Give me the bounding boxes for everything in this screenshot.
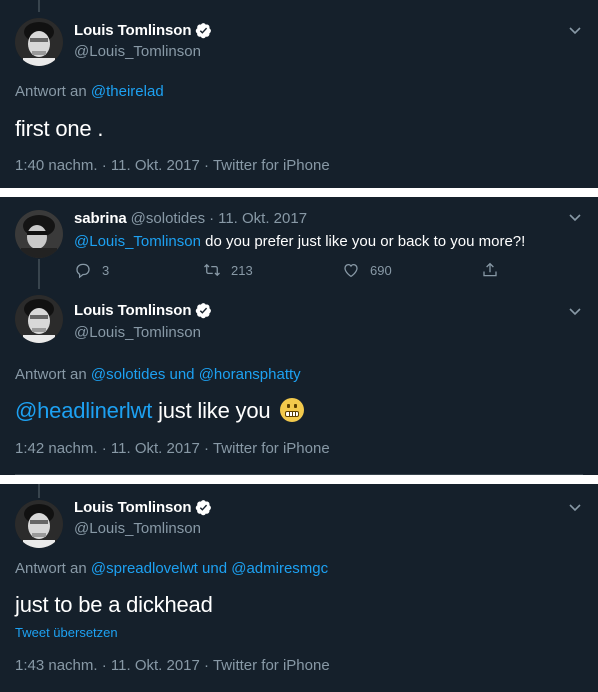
- reply-button[interactable]: 3: [74, 261, 109, 279]
- tweet-meta: 1:43 nachm. · 11. Okt. 2017 · Twitter fo…: [15, 657, 330, 674]
- author-name-row: Louis Tomlinson: [74, 302, 212, 319]
- chevron-down-icon[interactable]: [567, 499, 583, 515]
- share-icon: [483, 262, 497, 277]
- tweet-body: do you prefer just like you or back to y…: [205, 233, 526, 250]
- author-name-row: Louis Tomlinson: [74, 22, 212, 39]
- like-button[interactable]: 690: [342, 261, 392, 279]
- chevron-down-icon[interactable]: [567, 209, 583, 225]
- tweet-date[interactable]: 11. Okt. 2017: [111, 157, 200, 174]
- author-name[interactable]: Louis Tomlinson: [74, 499, 191, 516]
- like-count: 690: [370, 262, 392, 278]
- retweet-icon: [204, 263, 220, 277]
- tweet-time[interactable]: 1:40 nachm.: [15, 157, 98, 174]
- tweet-source[interactable]: Twitter for iPhone: [213, 657, 330, 674]
- heart-icon: [344, 263, 358, 278]
- grimacing-face-emoji: [280, 398, 305, 422]
- author-handle[interactable]: @solotides: [131, 210, 205, 227]
- tweet-source[interactable]: Twitter for iPhone: [213, 157, 330, 174]
- reply-to-prefix: Antwort an: [15, 366, 87, 383]
- retweet-count: 213: [231, 262, 253, 278]
- verified-badge-icon: [196, 500, 212, 516]
- chevron-down-icon[interactable]: [567, 22, 583, 38]
- reply-to-prefix: Antwort an: [15, 83, 87, 100]
- meta-separator: ·: [101, 440, 107, 457]
- verified-badge-icon: [196, 303, 212, 319]
- tweet-source[interactable]: Twitter for iPhone: [213, 440, 330, 457]
- retweet-button[interactable]: 213: [203, 261, 253, 279]
- tweet-time[interactable]: 1:43 nachm.: [15, 657, 98, 674]
- tweet-text: first one .: [15, 116, 104, 141]
- reply-to-prefix: Antwort an: [15, 560, 87, 577]
- author-name-row: Louis Tomlinson: [74, 499, 212, 516]
- tweet-panel-1: Louis Tomlinson @Louis_Tomlinson Antwort…: [0, 0, 598, 188]
- tweet-date[interactable]: 11. Okt. 2017: [111, 440, 200, 457]
- meta-separator: ·: [101, 157, 107, 174]
- tweet-mention[interactable]: @headlinerlwt: [15, 398, 152, 423]
- author-handle[interactable]: @Louis_Tomlinson: [74, 520, 201, 537]
- divider: [15, 474, 583, 475]
- tweet-panel-2: sabrina @solotides · 11. Okt. 2017 @Loui…: [0, 197, 598, 475]
- tweet-mention[interactable]: @Louis_Tomlinson: [74, 233, 201, 250]
- meta-separator: ·: [204, 157, 210, 174]
- tweet-text: @Louis_Tomlinson do you prefer just like…: [74, 233, 525, 250]
- thread-line: [38, 0, 40, 12]
- avatar[interactable]: [15, 18, 63, 66]
- avatar[interactable]: [15, 500, 63, 548]
- tweet-panel-3: Louis Tomlinson @Louis_Tomlinson Antwort…: [0, 484, 598, 692]
- author-name[interactable]: Louis Tomlinson: [74, 302, 191, 319]
- tweet-meta: 1:42 nachm. · 11. Okt. 2017 · Twitter fo…: [15, 440, 330, 457]
- author-name[interactable]: sabrina: [74, 210, 127, 227]
- meta-separator: ·: [204, 440, 210, 457]
- reply-to-line: Antwort an @spreadlovelwt und @admiresmg…: [15, 560, 328, 577]
- reply-to-line: Antwort an @theirelad: [15, 83, 164, 100]
- thread-line: [38, 259, 40, 289]
- reply-to-joiner: und: [169, 366, 195, 383]
- translate-tweet-link[interactable]: Tweet übersetzen: [15, 625, 118, 640]
- reply-to-joiner: und: [202, 560, 228, 577]
- verified-badge-icon: [196, 23, 212, 39]
- tweet-body: just like you: [158, 398, 271, 423]
- reply-to-mention[interactable]: @admiresmgc: [231, 560, 328, 577]
- tweet-text: just to be a dickhead: [15, 592, 213, 617]
- reply-to-mention[interactable]: @spreadlovelwt: [91, 560, 198, 577]
- chevron-down-icon[interactable]: [567, 303, 583, 319]
- reply-to-mention[interactable]: @theirelad: [91, 83, 164, 100]
- share-button[interactable]: [481, 261, 499, 279]
- author-handle[interactable]: @Louis_Tomlinson: [74, 43, 201, 60]
- meta-separator: ·: [101, 657, 107, 674]
- reply-to-line: Antwort an @solotides und @horansphatty: [15, 366, 301, 383]
- author-name-row: sabrina @solotides · 11. Okt. 2017: [74, 210, 307, 227]
- author-handle[interactable]: @Louis_Tomlinson: [74, 324, 201, 341]
- tweet-time[interactable]: 1:42 nachm.: [15, 440, 98, 457]
- reply-icon: [76, 263, 90, 279]
- tweet-date[interactable]: 11. Okt. 2017: [218, 210, 307, 227]
- avatar[interactable]: [15, 210, 63, 258]
- reply-count: 3: [102, 262, 110, 278]
- thread-line: [38, 484, 40, 498]
- avatar[interactable]: [15, 295, 63, 343]
- tweet-meta: 1:40 nachm. · 11. Okt. 2017 · Twitter fo…: [15, 157, 330, 174]
- tweet-date[interactable]: 11. Okt. 2017: [111, 657, 200, 674]
- reply-to-mention[interactable]: @horansphatty: [199, 366, 301, 383]
- reply-to-mention[interactable]: @solotides: [91, 366, 165, 383]
- meta-separator: ·: [209, 210, 215, 227]
- author-name[interactable]: Louis Tomlinson: [74, 22, 191, 39]
- tweet-text: @headlinerlwt just like you: [15, 398, 305, 424]
- meta-separator: ·: [204, 657, 210, 674]
